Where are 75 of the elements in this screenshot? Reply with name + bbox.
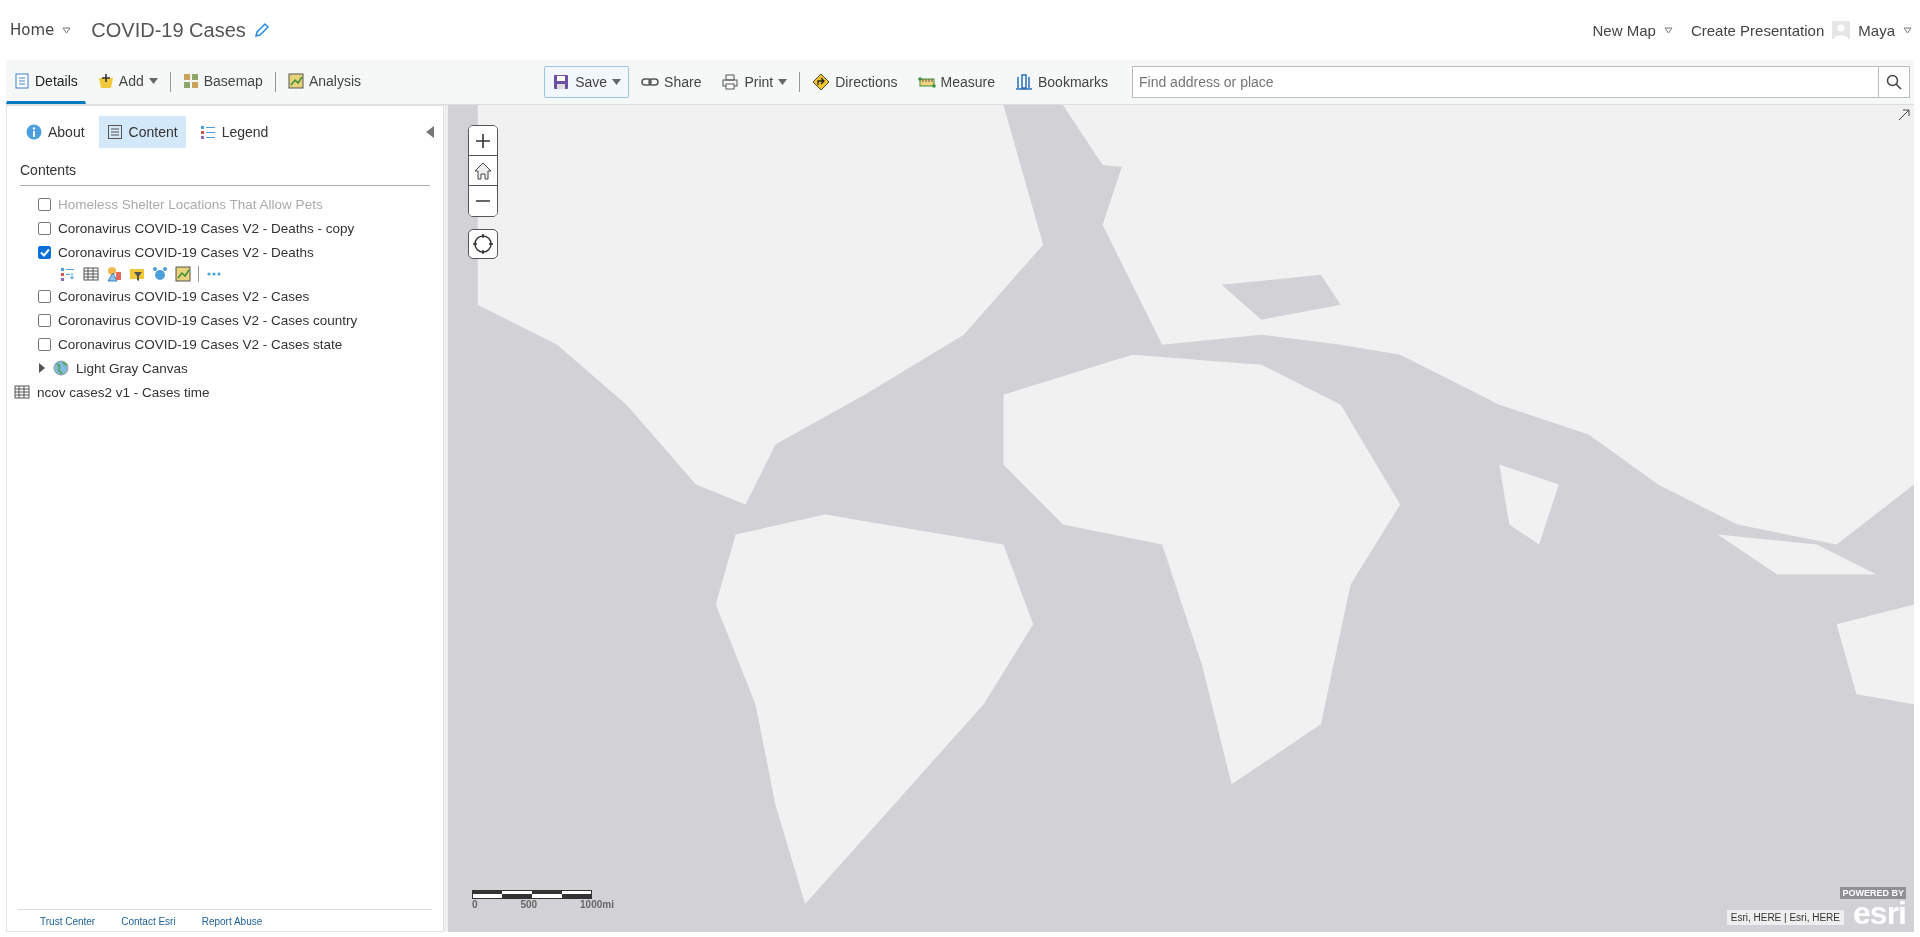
grid-icon — [182, 73, 199, 89]
footer-link[interactable]: Report Abuse — [201, 916, 263, 927]
panel-tab[interactable]: About — [18, 116, 93, 148]
more-icon[interactable] — [206, 271, 222, 277]
scale-label: 0 — [472, 899, 478, 910]
scale-label: 1000mi — [580, 899, 614, 910]
layer-name[interactable]: Coronavirus COVID-19 Cases V2 - Cases — [58, 288, 310, 304]
layer-checkbox[interactable] — [38, 289, 51, 303]
plus-icon — [475, 132, 491, 149]
map-title: COVID-19 Cases — [91, 18, 246, 42]
expand-icon[interactable] — [1898, 109, 1910, 121]
style-icon[interactable] — [106, 266, 122, 282]
table-icon — [14, 385, 30, 399]
user-menu[interactable]: Maya — [1858, 21, 1895, 39]
info-icon — [26, 124, 42, 140]
toolbar-tab[interactable]: Basemap — [174, 60, 271, 104]
panel-tab[interactable]: Legend — [191, 116, 277, 148]
footer-link[interactable]: Contact Esri — [121, 916, 176, 927]
new-map-menu[interactable]: New Map — [1592, 21, 1656, 39]
caret-icon — [62, 26, 72, 34]
list-icon — [199, 124, 216, 140]
layer-name[interactable]: Coronavirus COVID-19 Cases V2 - Cases country — [58, 312, 358, 328]
chart-icon — [287, 73, 304, 89]
basemap-name[interactable]: Light Gray Canvas — [76, 360, 188, 376]
printer-icon — [721, 73, 740, 91]
toolbar-button[interactable]: Measure — [909, 66, 1003, 98]
search-field[interactable]: Find address or place — [1132, 66, 1879, 98]
footer-link[interactable]: Trust Center — [40, 916, 96, 927]
expand-icon[interactable] — [38, 363, 46, 373]
home-menu[interactable]: Home — [10, 21, 55, 39]
crosshair-icon — [472, 233, 494, 255]
zoom-in-button[interactable] — [469, 126, 497, 156]
globe-icon — [53, 360, 69, 376]
toolbar-button[interactable]: Directions — [804, 66, 906, 98]
cluster-icon[interactable] — [152, 266, 168, 282]
toolbar-tab[interactable]: Analysis — [279, 60, 369, 104]
locate-button[interactable] — [468, 229, 498, 259]
save-icon — [552, 73, 571, 91]
avatar-icon — [1832, 21, 1851, 39]
toolbar-tab[interactable]: Add — [89, 60, 166, 104]
layer-name[interactable]: Coronavirus COVID-19 Cases V2 - Deaths - copy — [58, 220, 355, 236]
filter-icon[interactable] — [129, 266, 145, 282]
minus-icon — [475, 199, 491, 203]
document-icon — [106, 124, 123, 140]
create-presentation-link[interactable]: Create Presentation — [1690, 21, 1825, 39]
table-name[interactable]: ncov cases2 v1 - Cases time — [37, 384, 210, 400]
layer-checkbox[interactable] — [38, 221, 51, 235]
directions-icon — [812, 73, 831, 91]
panel-tab[interactable]: Content — [98, 116, 186, 148]
toolbar-tab[interactable]: Details — [6, 60, 86, 104]
document-icon — [14, 73, 30, 89]
add-icon — [97, 73, 114, 89]
layer-checkbox[interactable] — [38, 337, 51, 351]
toolbar-button[interactable]: Print — [713, 66, 796, 98]
bookmarks-icon — [1014, 73, 1033, 91]
analysis-icon[interactable] — [175, 266, 191, 282]
attribution: Esri, HERE | Esri, HERE — [1726, 910, 1844, 925]
scale-label: 500 — [520, 899, 538, 910]
list-icon[interactable] — [60, 266, 76, 282]
layer-name[interactable]: Coronavirus COVID-19 Cases V2 - Deaths — [58, 244, 314, 260]
collapse-icon[interactable] — [426, 126, 434, 138]
powered-by-label: POWERED BY — [1840, 887, 1906, 900]
contents-heading: Contents — [20, 148, 430, 186]
pencil-icon[interactable] — [253, 22, 270, 38]
table-icon[interactable] — [83, 266, 99, 282]
layer-checkbox[interactable] — [38, 313, 51, 327]
search-icon[interactable] — [1886, 74, 1902, 90]
layer-checkbox[interactable] — [38, 245, 51, 259]
caret-icon — [1663, 26, 1673, 34]
caret-icon — [1903, 26, 1912, 34]
toolbar-button[interactable]: Bookmarks — [1006, 66, 1116, 98]
house-icon — [474, 161, 492, 180]
toolbar-button[interactable]: Share — [633, 66, 710, 98]
layer-name[interactable]: Coronavirus COVID-19 Cases V2 - Cases state — [58, 336, 343, 352]
toolbar-button[interactable]: Save — [544, 66, 630, 98]
